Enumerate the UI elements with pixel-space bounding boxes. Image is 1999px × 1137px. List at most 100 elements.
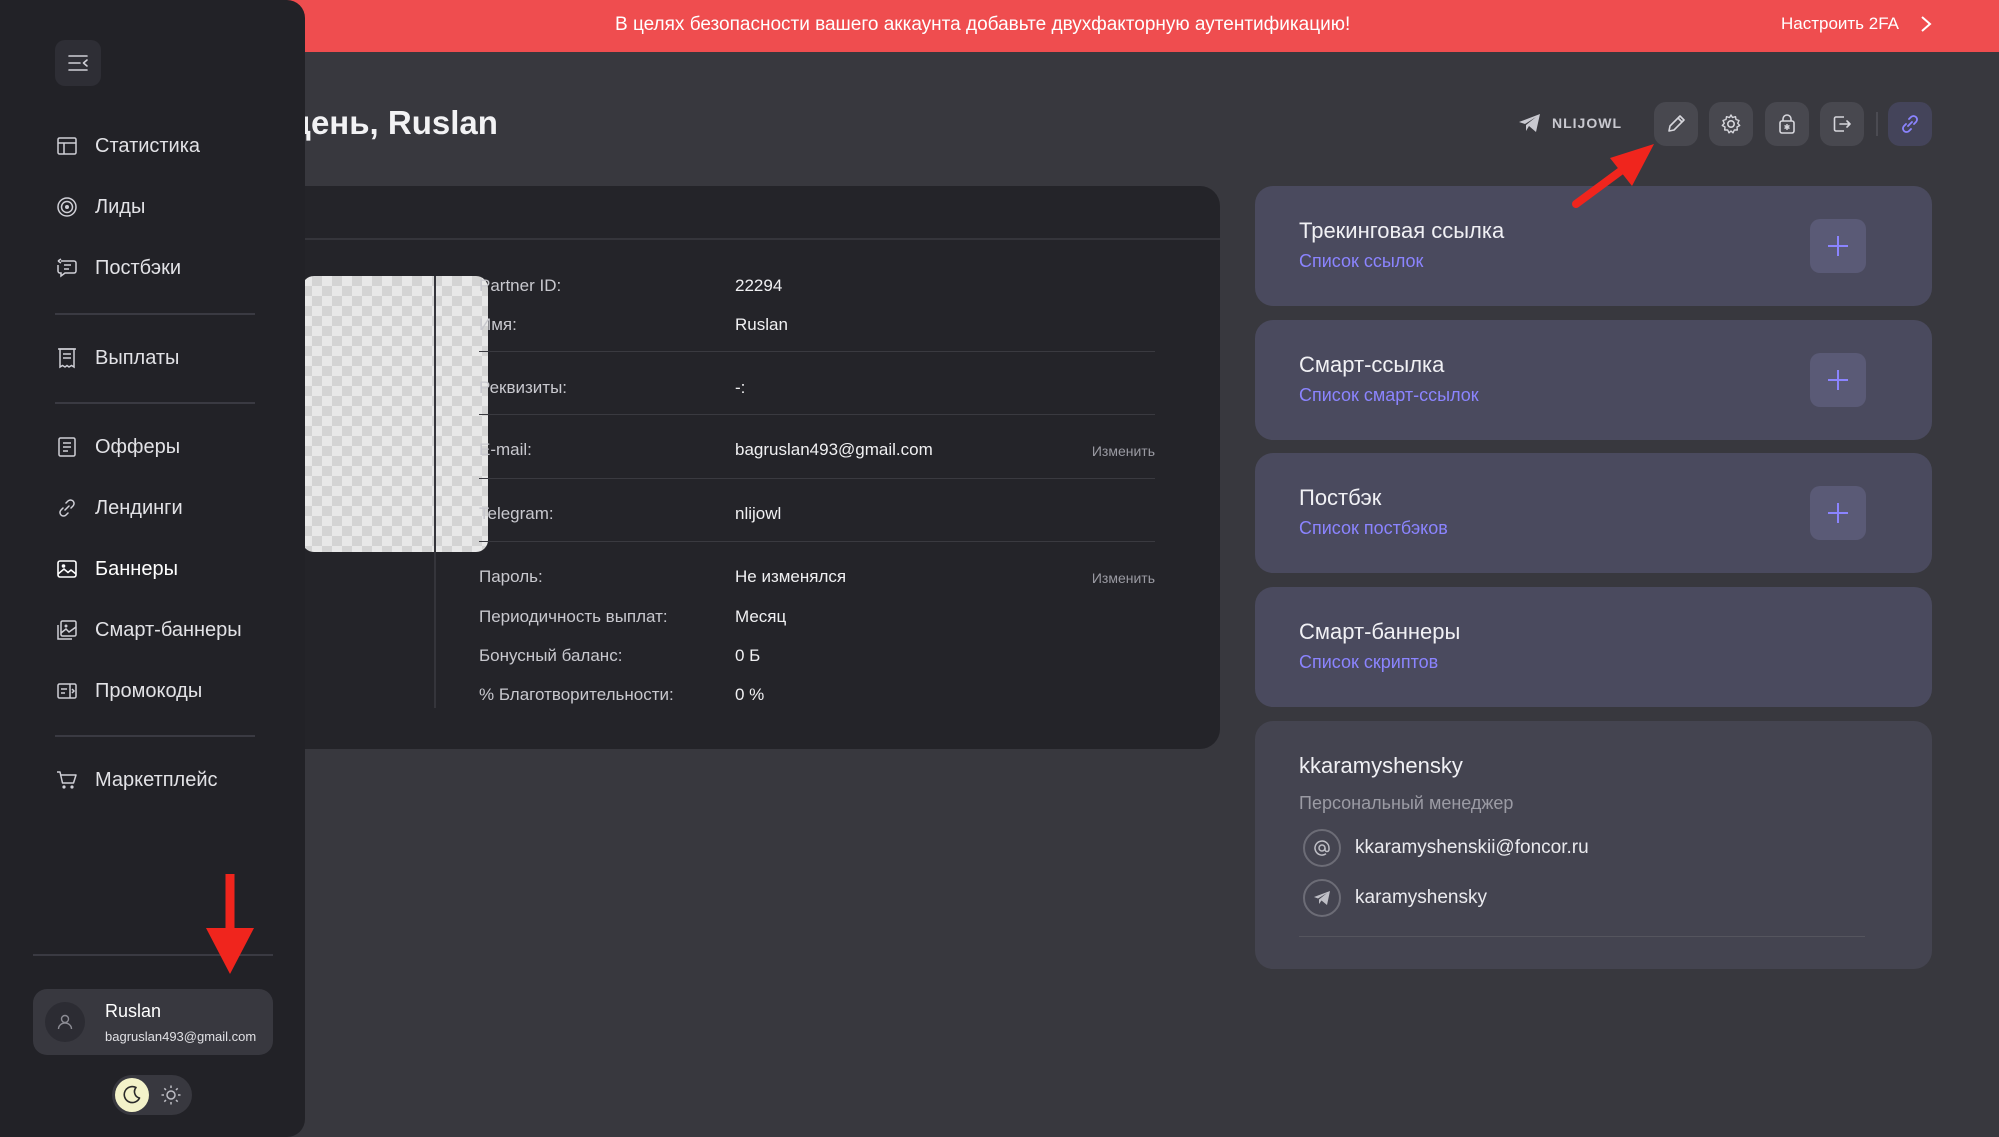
- email-label: E-mail:: [479, 440, 532, 459]
- sidebar-item-landings[interactable]: Лендинги: [55, 488, 183, 528]
- profile-avatar-placeholder[interactable]: [302, 276, 488, 552]
- postback-title: Постбэк: [1299, 485, 1382, 510]
- banner-message: В целях безопасности вашего аккаунта доб…: [615, 14, 1351, 35]
- tracking-links-list-link[interactable]: Список ссылок: [1299, 251, 1423, 272]
- add-smart-link-button[interactable]: [1810, 353, 1866, 407]
- user-email: bagruslan493@gmail.com: [105, 1029, 257, 1044]
- name-label: Имя:: [479, 315, 517, 334]
- security-button[interactable]: [1765, 102, 1809, 146]
- copy-link-button[interactable]: [1888, 102, 1932, 146]
- profile-vertical-divider: [434, 276, 436, 708]
- charity-label: % Благотворительности:: [479, 685, 674, 704]
- edit-profile-button[interactable]: [1654, 102, 1698, 146]
- page-title: день, Ruslan: [290, 104, 498, 141]
- sidebar-item-banners[interactable]: Баннеры: [55, 549, 178, 589]
- manager-divider: [1299, 936, 1865, 937]
- link-icon: [1902, 115, 1918, 133]
- telegram-label: Telegram:: [479, 504, 554, 523]
- plus-icon: [1828, 370, 1848, 390]
- telegram-icon: [1519, 114, 1540, 132]
- tracking-link-card: Трекинговая ссылка Список ссылок: [1255, 186, 1932, 306]
- sidebar-item-label: Выплаты: [95, 346, 180, 369]
- row-divider: [479, 478, 1155, 479]
- promo-icon: [57, 683, 77, 699]
- moon-icon: [123, 1085, 141, 1104]
- tracking-link-title: Трекинговая ссылка: [1299, 218, 1505, 243]
- cart-icon: [57, 771, 77, 789]
- collapse-menu-button[interactable]: [55, 40, 101, 86]
- chevron-right-icon: [1921, 16, 1932, 32]
- manager-email-link[interactable]: kkaramyshenskii@foncor.ru: [1303, 829, 1589, 867]
- change-email-link[interactable]: Изменить: [1092, 443, 1155, 459]
- header-divider: [1876, 112, 1878, 136]
- sidebar-item-smart-banners[interactable]: Смарт-баннеры: [55, 610, 242, 650]
- sidebar-item-promocodes[interactable]: Промокоды: [55, 671, 202, 711]
- telegram-value: nlijowl: [735, 504, 782, 523]
- image-icon: [57, 560, 77, 578]
- telegram-handle-label: NLIJOWL: [1552, 115, 1622, 131]
- sidebar-item-postbacks[interactable]: Постбэки: [55, 248, 181, 288]
- gear-icon: [1721, 114, 1741, 134]
- sidebar-bottom-divider: [33, 954, 273, 956]
- add-tracking-link-button[interactable]: [1810, 219, 1866, 273]
- profile-card-header-divider: [200, 238, 1220, 240]
- bonus-balance-label: Бонусный баланс:: [479, 646, 623, 665]
- change-password-link[interactable]: Изменить: [1092, 570, 1155, 586]
- payout-frequency-label: Периодичность выплат:: [479, 607, 668, 626]
- theme-toggle[interactable]: [112, 1075, 192, 1115]
- row-divider: [479, 541, 1155, 542]
- bonus-balance-value: 0 Б: [735, 646, 761, 665]
- menu-collapse-icon: [68, 55, 88, 71]
- pencil-icon: [1668, 115, 1685, 132]
- logout-button[interactable]: [1820, 102, 1864, 146]
- password-label: Пароль:: [479, 567, 543, 586]
- logout-icon: [1833, 116, 1851, 132]
- telegram-icon: [1303, 879, 1341, 917]
- sidebar-item-label: Офферы: [95, 435, 181, 458]
- postbacks-list-link[interactable]: Список постбэков: [1299, 518, 1448, 539]
- smart-banners-card: Смарт-баннеры Список скриптов: [1255, 587, 1932, 707]
- smart-link-title: Смарт-ссылка: [1299, 352, 1445, 377]
- link-icon: [59, 499, 75, 517]
- manager-card: kkaramyshensky Персональный менеджер kka…: [1255, 721, 1932, 969]
- sidebar-item-leads[interactable]: Лиды: [55, 187, 145, 227]
- name-value: Ruslan: [735, 315, 788, 334]
- sidebar-item-label: Постбэки: [95, 256, 182, 279]
- user-icon: [57, 1014, 73, 1030]
- dark-theme-option[interactable]: [115, 1078, 149, 1112]
- requisites-value: -:: [735, 378, 746, 397]
- sidebar-item-offers[interactable]: Офферы: [55, 427, 180, 467]
- document-icon: [58, 437, 76, 457]
- sidebar-item-label: Статистика: [95, 134, 201, 157]
- setup-2fa-link[interactable]: Настроить 2FA: [1781, 14, 1933, 34]
- manager-role: Персональный менеджер: [1299, 793, 1514, 813]
- sidebar-item-label: Маркетплейс: [95, 768, 218, 791]
- sidebar-item-label: Баннеры: [95, 557, 178, 580]
- sidebar-item-label: Лиды: [95, 195, 146, 218]
- sidebar-item-payouts[interactable]: Выплаты: [55, 338, 179, 378]
- manager-email: kkaramyshenskii@foncor.ru: [1355, 837, 1589, 858]
- sun-icon[interactable]: [160, 1084, 182, 1106]
- manager-telegram: karamyshensky: [1355, 887, 1487, 908]
- partner-id-value: 22294: [735, 276, 783, 295]
- sidebar-item-statistics[interactable]: Статистика: [55, 126, 200, 166]
- settings-button[interactable]: [1709, 102, 1753, 146]
- user-profile-card[interactable]: Ruslan bagruslan493@gmail.com: [33, 989, 273, 1055]
- sidebar-item-label: Лендинги: [95, 496, 183, 519]
- sidebar-divider: [55, 735, 255, 737]
- sidebar-divider: [55, 313, 255, 315]
- plus-icon: [1828, 503, 1848, 523]
- telegram-handle[interactable]: NLIJOWL: [1518, 112, 1622, 134]
- profile-card: Partner ID: 22294 Имя: Ruslan Реквизиты:…: [200, 186, 1220, 749]
- manager-telegram-link[interactable]: karamyshensky: [1303, 879, 1487, 917]
- postback-card: Постбэк Список постбэков: [1255, 453, 1932, 573]
- scripts-list-link[interactable]: Список скриптов: [1299, 652, 1438, 673]
- sidebar: Статистика Лиды Постбэки Выплаты Офферы …: [0, 0, 305, 1137]
- add-postback-button[interactable]: [1810, 486, 1866, 540]
- smart-banner-icon: [57, 620, 77, 640]
- lock-icon: [1779, 114, 1795, 134]
- sidebar-item-marketplace[interactable]: Маркетплейс: [55, 760, 218, 800]
- plus-icon: [1828, 236, 1848, 256]
- smart-links-list-link[interactable]: Список смарт-ссылок: [1299, 385, 1479, 406]
- requisites-label: Реквизиты:: [479, 378, 568, 397]
